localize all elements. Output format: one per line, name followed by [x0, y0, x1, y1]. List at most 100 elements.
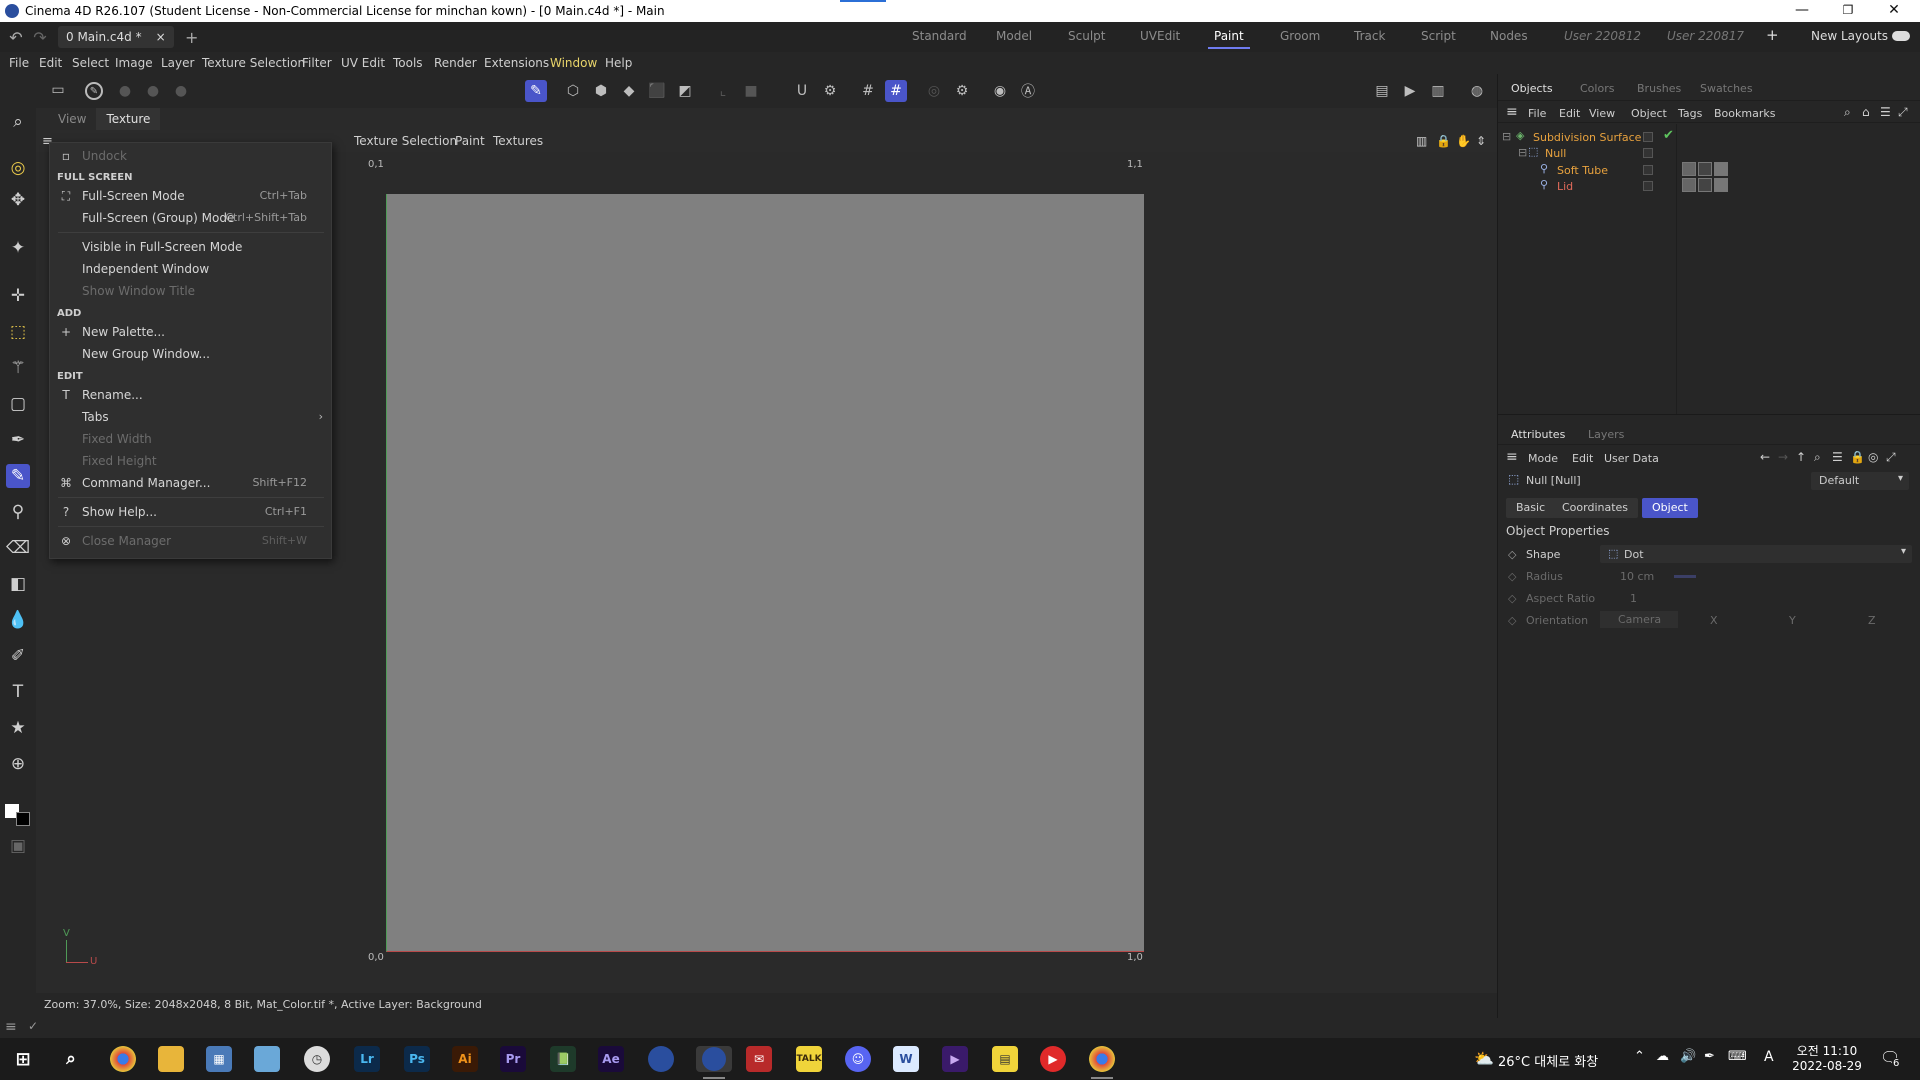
fill-drop-icon[interactable]: 💧 [6, 608, 30, 632]
document-tab[interactable]: 0 Main.c4d * × [58, 26, 174, 48]
eraser-icon[interactable]: ⌫ [6, 536, 30, 560]
preset-dropdown[interactable]: Default ▾ [1811, 472, 1909, 490]
menu-item-visible-fullscreen[interactable]: Visible in Full-Screen Mode [50, 236, 331, 258]
stamp-icon[interactable]: ⚲ [6, 500, 30, 524]
menu-item-independent-window[interactable]: Independent Window [50, 258, 331, 280]
kakaotalk-icon[interactable]: TALK [796, 1046, 822, 1072]
menu-item-full-screen-group[interactable]: Full-Screen (Group) Mode Ctrl+Shift+Tab [50, 207, 331, 229]
clapboard-icon[interactable]: ▭ [47, 79, 69, 101]
tab-texture[interactable]: Texture [96, 108, 161, 130]
menu-filter[interactable]: Filter [302, 56, 332, 70]
text-tool-icon[interactable]: T [6, 680, 30, 704]
layout-track[interactable]: Track [1354, 29, 1385, 43]
brush-icon[interactable]: ✎ [6, 464, 30, 488]
layout-paint[interactable]: Paint [1208, 29, 1250, 49]
layout-groom[interactable]: Groom [1280, 29, 1320, 43]
star-shape-icon[interactable]: ★ [6, 716, 30, 740]
tab-attributes[interactable]: Attributes [1511, 428, 1565, 441]
edit-pen-icon[interactable]: ✎ [85, 82, 103, 100]
checker-tag-icon[interactable] [1714, 162, 1728, 176]
clock-date[interactable]: 2022-08-29 [1792, 1059, 1862, 1073]
illustrator-icon[interactable]: Ai [452, 1046, 478, 1072]
attr-tab-object[interactable]: Object [1642, 498, 1698, 518]
attr-menu-edit[interactable]: Edit [1572, 452, 1593, 465]
calculator-icon[interactable]: ▦ [206, 1046, 232, 1072]
add-document-icon[interactable]: + [180, 28, 204, 47]
obj-home-icon[interactable]: ⌂ [1862, 105, 1870, 119]
volume-icon[interactable]: 🔊 [1680, 1049, 1696, 1064]
layout-nodes[interactable]: Nodes [1490, 29, 1528, 43]
move-icon[interactable]: ✛ [6, 284, 30, 308]
taskbar-search-icon[interactable]: ⌕ [58, 1046, 84, 1072]
tab-layers[interactable]: Layers [1588, 428, 1624, 441]
pen-icon[interactable]: ✒ [1704, 1049, 1715, 1064]
layer-toggle[interactable] [1643, 148, 1653, 158]
layer-toggle[interactable] [1643, 165, 1653, 175]
object-lid[interactable]: Lid [1557, 180, 1573, 193]
video-editor-icon[interactable]: ▶ [942, 1046, 968, 1072]
obj-menu-object[interactable]: Object [1631, 107, 1667, 120]
attr-menu-user-data[interactable]: User Data [1604, 452, 1659, 465]
background-color-swatch[interactable] [16, 812, 30, 826]
attr-expand-icon[interactable]: ⤢ [1886, 450, 1896, 465]
render-view-icon[interactable]: ▶ [1399, 80, 1421, 102]
uv-tag-icon[interactable] [1698, 178, 1712, 192]
axis-tool-icon[interactable]: ⚙ [819, 80, 841, 102]
premiere-icon[interactable]: Pr [500, 1046, 526, 1072]
keyboard-icon[interactable]: ⌨ [1728, 1049, 1747, 1064]
back-arrow-icon[interactable]: ← [1760, 450, 1770, 464]
checker-tag-icon[interactable] [1714, 178, 1728, 192]
lightroom-icon[interactable]: Lr [354, 1046, 380, 1072]
office-app-icon[interactable]: W [893, 1046, 919, 1072]
close-doc-icon[interactable]: × [156, 30, 166, 44]
hamburger-icon[interactable]: ≡ [5, 1019, 17, 1035]
render-settings-icon[interactable]: ▥ [1427, 80, 1449, 102]
collapse-toggle[interactable]: ⊟ [1518, 146, 1527, 159]
obj-search-icon[interactable]: ⌕ [1844, 105, 1851, 120]
point-mode-icon[interactable]: ⬡ [562, 80, 584, 102]
eyedropper-icon[interactable]: ✒ [6, 428, 30, 452]
close-window-button[interactable]: ✕ [1872, 0, 1916, 22]
add-layout-icon[interactable]: + [1766, 26, 1779, 44]
discord-icon[interactable]: ☺ [845, 1046, 871, 1072]
layout-script[interactable]: Script [1421, 29, 1456, 43]
collapse-toggle[interactable]: ⊟ [1502, 130, 1511, 143]
menu-texture-selection[interactable]: Texture Selection [202, 56, 305, 70]
attr-menu-mode[interactable]: Mode [1528, 452, 1558, 465]
menu-extensions[interactable]: Extensions [484, 56, 549, 70]
clock-app-icon[interactable]: ◷ [304, 1046, 330, 1072]
layer-toggle[interactable] [1643, 181, 1653, 191]
tab-view[interactable]: View [48, 108, 96, 130]
book-app-icon[interactable]: 📗 [550, 1046, 576, 1072]
magnet-icon[interactable]: U [791, 80, 813, 102]
check-circle-icon[interactable]: ✓ [28, 1019, 38, 1033]
layout-user-1[interactable]: User 220812 [1564, 29, 1641, 43]
render-region-icon[interactable]: ▤ [1371, 80, 1393, 102]
arrows-icon[interactable]: ⇕ [1476, 134, 1486, 148]
photoshop-icon[interactable]: Ps [404, 1046, 430, 1072]
obj-menu-edit[interactable]: Edit [1559, 107, 1580, 120]
object-soft-tube[interactable]: Soft Tube [1557, 164, 1608, 177]
material-tag-icon[interactable] [1682, 162, 1696, 176]
layout-toggle[interactable] [1892, 31, 1910, 41]
attr-search-icon[interactable]: ⌕ [1814, 450, 1821, 465]
menu-item-new-palette[interactable]: + New Palette... [50, 321, 331, 343]
sticky-notes-icon[interactable]: ▤ [992, 1046, 1018, 1072]
menu-item-full-screen[interactable]: ⛶ Full-Screen Mode Ctrl+Tab [50, 185, 331, 207]
grid-active-icon[interactable]: # [885, 80, 907, 102]
menu-tools[interactable]: Tools [393, 56, 423, 70]
menu-layer[interactable]: Layer [161, 56, 194, 70]
paint-brush-tool-icon[interactable]: ✎ [525, 80, 547, 102]
grid-snap-icon[interactable]: # [857, 80, 879, 102]
edge-mode-icon[interactable]: ⬢ [590, 80, 612, 102]
up-arrow-icon[interactable]: ↑ [1796, 450, 1806, 464]
restore-button[interactable]: ❐ [1826, 0, 1870, 22]
obj-menu-view[interactable]: View [1589, 107, 1615, 120]
text-a-icon[interactable]: Ⓐ [1017, 80, 1039, 102]
objects-menu-icon[interactable]: ≡ [1506, 104, 1518, 120]
tab-objects[interactable]: Objects [1511, 82, 1553, 95]
layout-model[interactable]: Model [996, 29, 1032, 43]
clock-time[interactable]: 오전 11:10 [1792, 1042, 1862, 1059]
menu-select[interactable]: Select [72, 56, 109, 70]
lock-icon[interactable]: 🔒 [1436, 134, 1451, 148]
